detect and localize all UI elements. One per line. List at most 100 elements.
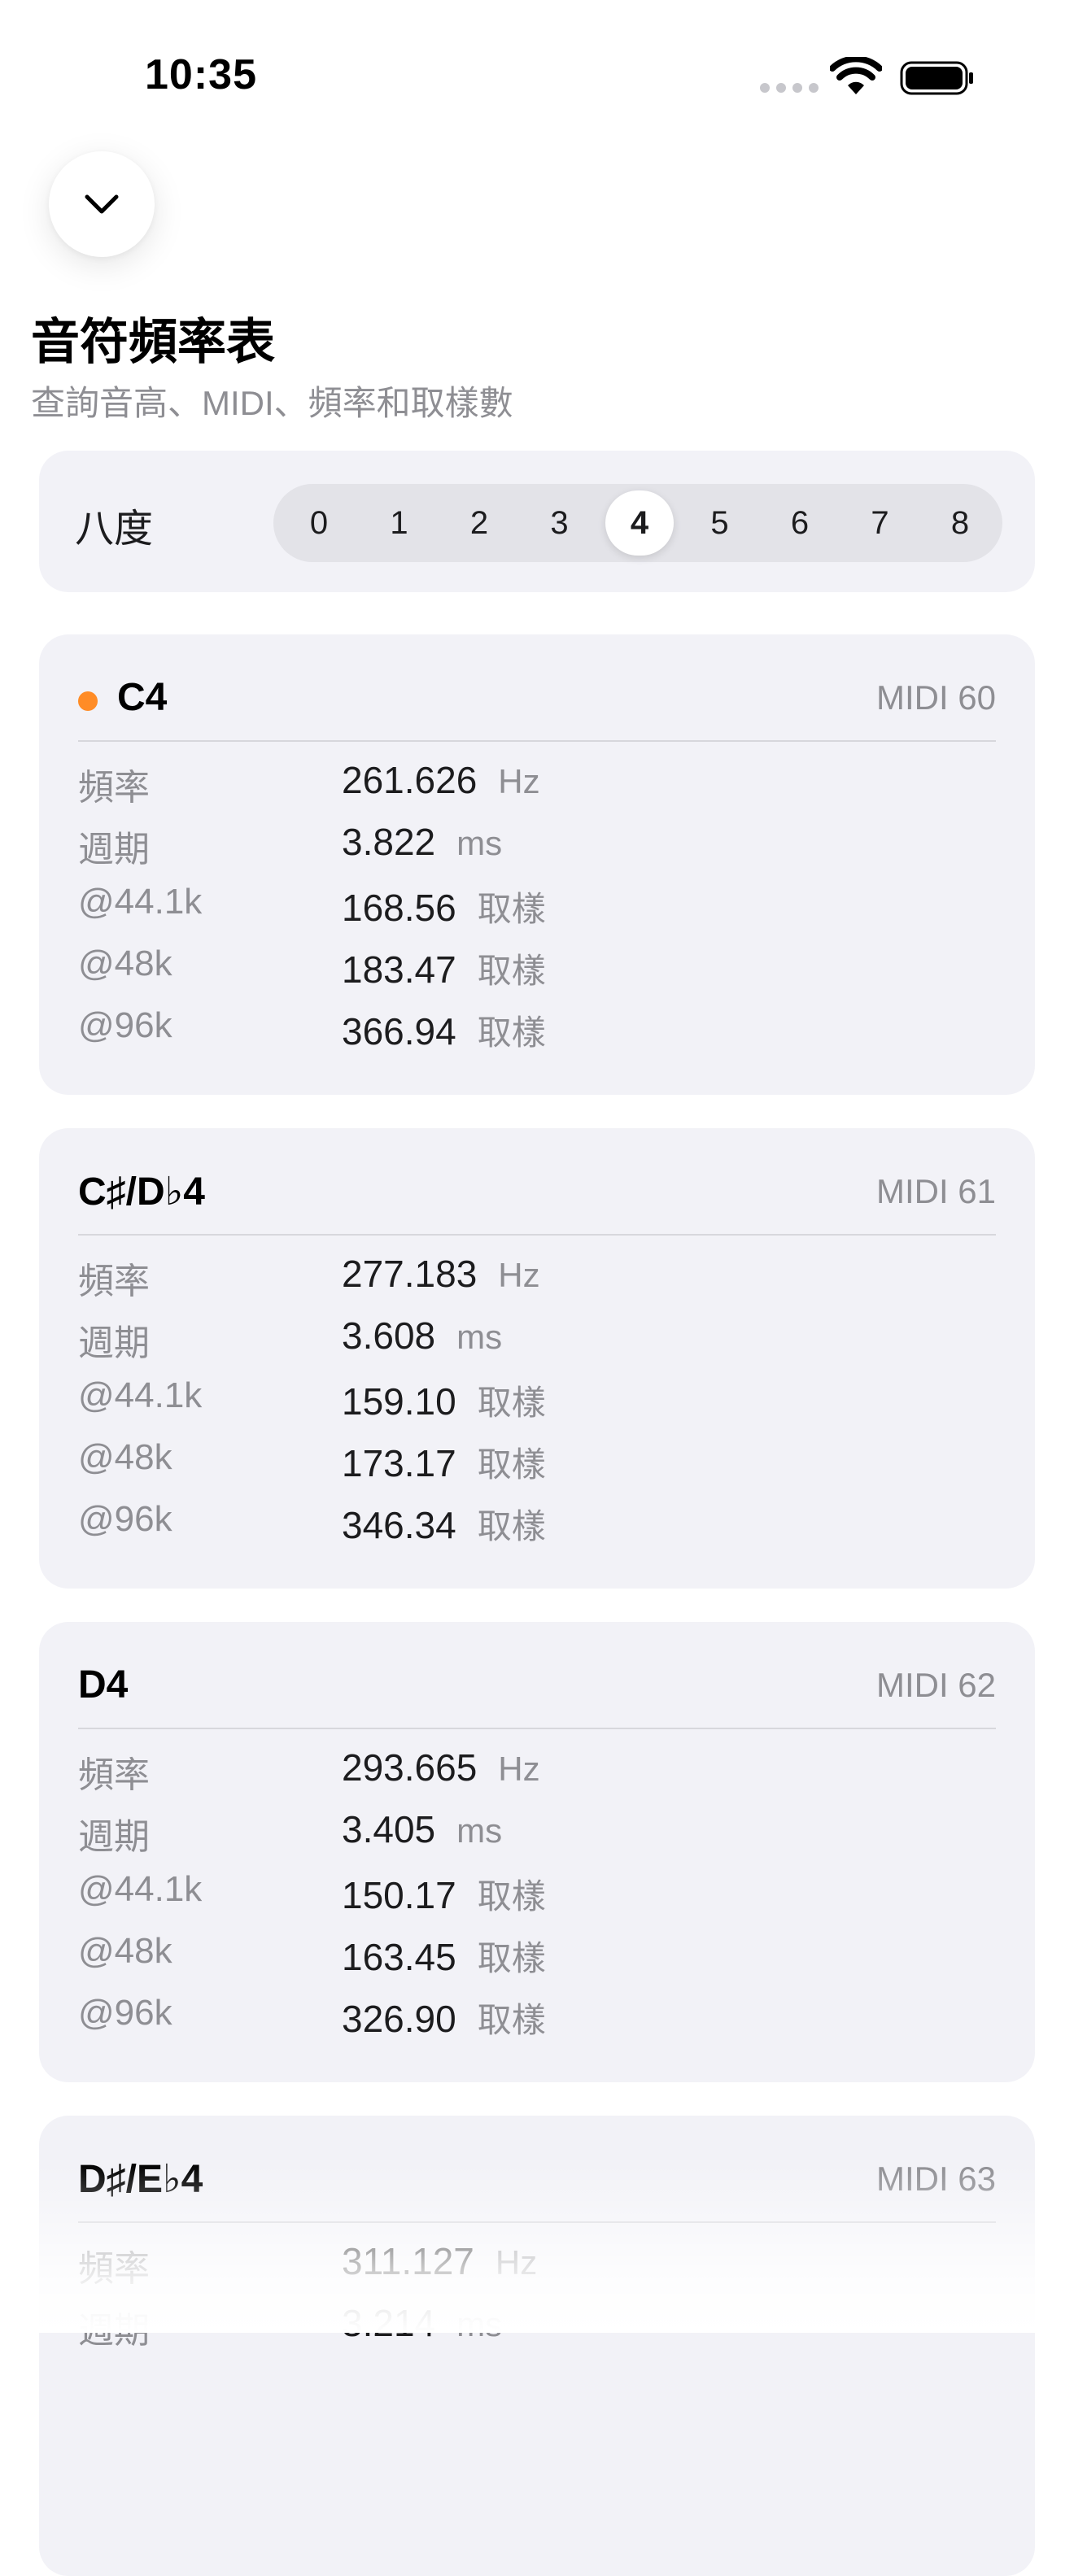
detail-value: 366.94 <box>342 1010 456 1053</box>
detail-value: 293.665 <box>342 1746 478 1789</box>
detail-unit: 取樣 <box>477 1013 546 1052</box>
detail-row: @96k 326.90 取樣 <box>78 1993 996 2042</box>
detail-value-group: 3.822 ms <box>342 820 502 864</box>
detail-value-group: 326.90 取樣 <box>342 1993 546 2042</box>
status-time: 10:35 <box>145 51 257 98</box>
divider <box>78 740 996 742</box>
page-title: 音符頻率表 <box>31 315 275 369</box>
octave-option-2[interactable]: 2 <box>445 490 513 556</box>
detail-unit: 取樣 <box>477 1877 546 1916</box>
detail-row: 週期 3.608 ms <box>78 1314 996 1363</box>
detail-value: 326.90 <box>342 1998 456 2040</box>
octave-option-4[interactable]: 4 <box>605 490 674 556</box>
detail-unit: 取樣 <box>477 1507 546 1545</box>
note-card[interactable]: C4 MIDI 60 頻率 261.626 Hz 週期 3.822 ms @44.1k 168.5… <box>39 634 1035 1095</box>
midi-number: MIDI 60 <box>875 678 996 717</box>
detail-row: 週期 3.405 ms <box>78 1807 996 1857</box>
detail-unit: 取樣 <box>477 1384 546 1422</box>
detail-value-group: 3.405 ms <box>342 1807 502 1851</box>
detail-label: 週期 <box>78 1323 150 1363</box>
detail-value: 159.10 <box>342 1380 456 1423</box>
detail-row: @96k 366.94 取樣 <box>78 1005 996 1054</box>
note-header: C4 MIDI 60 <box>78 675 996 724</box>
detail-value: 150.17 <box>342 1874 456 1916</box>
bottom-fade <box>0 2164 1074 2333</box>
page-subtitle: 查詢音高、MIDI、頻率和取樣數 <box>31 384 513 422</box>
detail-row: @44.1k 150.17 取樣 <box>78 1869 996 1918</box>
octave-option-1[interactable]: 1 <box>365 490 434 556</box>
detail-unit: 取樣 <box>477 890 546 928</box>
octave-picker: 八度 012345678 <box>39 451 1035 592</box>
detail-row: 頻率 277.183 Hz <box>78 1252 996 1301</box>
detail-row: 頻率 261.626 Hz <box>78 758 996 808</box>
detail-value-group: 150.17 取樣 <box>342 1869 546 1919</box>
detail-label: 週期 <box>78 1817 150 1857</box>
detail-value: 163.45 <box>342 1936 456 1978</box>
detail-value: 277.183 <box>342 1253 478 1295</box>
note-name: D4 <box>78 1663 129 1706</box>
divider <box>78 1728 996 1729</box>
detail-unit: ms <box>456 824 503 862</box>
octave-option-5[interactable]: 5 <box>686 490 754 556</box>
octave-segmented-control: 012345678 <box>273 484 1002 562</box>
detail-value-group: 173.17 取樣 <box>342 1437 546 1487</box>
cellular-signal-icon <box>760 83 819 93</box>
detail-label: 週期 <box>78 830 150 870</box>
octave-option-3[interactable]: 3 <box>526 490 594 556</box>
detail-label: 頻率 <box>78 768 150 808</box>
current-note-indicator <box>78 691 98 711</box>
detail-label: @96k <box>78 1499 172 1539</box>
detail-row: @48k 163.45 取樣 <box>78 1931 996 1980</box>
detail-value-group: 293.665 Hz <box>342 1746 540 1789</box>
note-header: D4 MIDI 62 <box>78 1663 996 1711</box>
detail-value: 3.608 <box>342 1314 436 1357</box>
detail-label: @48k <box>78 1437 172 1477</box>
midi-number: MIDI 61 <box>875 1172 996 1210</box>
detail-value: 173.17 <box>342 1442 456 1484</box>
detail-unit: 取樣 <box>477 1939 546 1977</box>
detail-unit: Hz <box>498 1256 540 1294</box>
detail-value-group: 168.56 取樣 <box>342 882 546 931</box>
detail-value-group: 366.94 取樣 <box>342 1005 546 1055</box>
divider <box>78 1234 996 1236</box>
detail-unit: Hz <box>498 1750 540 1788</box>
detail-label: @48k <box>78 944 172 983</box>
detail-unit: 取樣 <box>477 1445 546 1484</box>
octave-option-7[interactable]: 7 <box>846 490 915 556</box>
detail-unit: ms <box>456 1318 503 1356</box>
detail-label: @44.1k <box>78 882 203 922</box>
detail-value-group: 183.47 取樣 <box>342 944 546 993</box>
detail-value: 346.34 <box>342 1504 456 1546</box>
detail-row: @48k 173.17 取樣 <box>78 1437 996 1486</box>
octave-option-6[interactable]: 6 <box>766 490 834 556</box>
octave-option-8[interactable]: 8 <box>926 490 994 556</box>
detail-value-group: 277.183 Hz <box>342 1252 540 1296</box>
detail-row: @44.1k 159.10 取樣 <box>78 1375 996 1424</box>
detail-value: 3.822 <box>342 821 436 863</box>
chevron-down-icon <box>85 194 119 214</box>
detail-unit: ms <box>456 1811 503 1850</box>
status-bar: 10:35 <box>0 0 1074 155</box>
detail-label: @44.1k <box>78 1375 203 1415</box>
detail-row: @44.1k 168.56 取樣 <box>78 882 996 931</box>
detail-label: @96k <box>78 1005 172 1045</box>
detail-value: 168.56 <box>342 887 456 929</box>
detail-value: 261.626 <box>342 759 478 801</box>
dismiss-button[interactable] <box>49 151 155 257</box>
detail-unit: Hz <box>498 762 540 800</box>
note-name: C♯/D♭4 <box>78 1170 205 1214</box>
octave-label: 八度 <box>75 508 154 551</box>
detail-label: @44.1k <box>78 1869 203 1909</box>
detail-unit: 取樣 <box>477 2001 546 2039</box>
note-card[interactable]: D4 MIDI 62 頻率 293.665 Hz 週期 3.405 ms @44.1k 150.1… <box>39 1622 1035 2082</box>
note-card[interactable]: C♯/D♭4 MIDI 61 頻率 277.183 Hz 週期 3.608 ms @44.1k 1… <box>39 1128 1035 1589</box>
detail-value-group: 346.34 取樣 <box>342 1499 546 1549</box>
detail-value-group: 3.608 ms <box>342 1314 502 1358</box>
detail-row: @48k 183.47 取樣 <box>78 944 996 992</box>
octave-option-0[interactable]: 0 <box>285 490 353 556</box>
midi-number: MIDI 62 <box>875 1666 996 1704</box>
detail-label: 頻率 <box>78 1262 150 1301</box>
detail-value: 3.405 <box>342 1808 436 1850</box>
detail-row: @96k 346.34 取樣 <box>78 1499 996 1548</box>
note-header: C♯/D♭4 MIDI 61 <box>78 1169 996 1218</box>
